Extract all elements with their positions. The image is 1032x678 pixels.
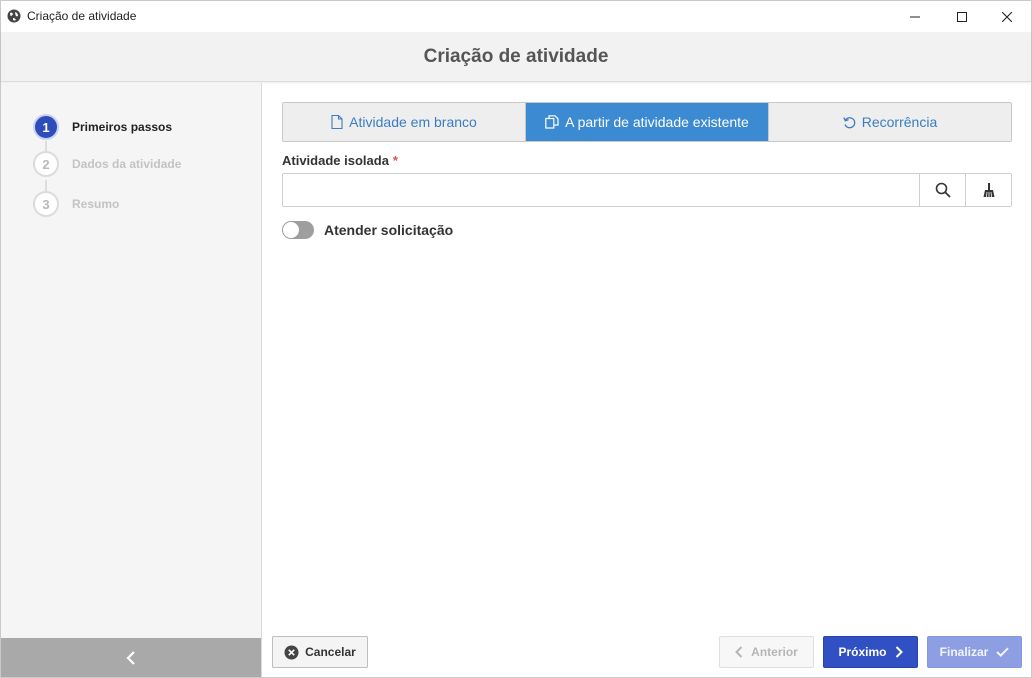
next-label: Próximo	[838, 645, 887, 659]
toggle-knob	[283, 222, 299, 238]
step-label: Primeiros passos	[72, 120, 173, 134]
next-button[interactable]: Próximo	[823, 636, 918, 668]
atividade-isolada-input[interactable]	[283, 174, 919, 206]
copy-icon	[545, 115, 559, 129]
tab-label: A partir de atividade existente	[565, 114, 749, 130]
step-label: Dados da atividade	[72, 157, 182, 171]
finish-label: Finalizar	[939, 645, 989, 659]
wizard-step-dados-da-atividade[interactable]: 2 Dados da atividade	[33, 150, 181, 178]
previous-button[interactable]: Anterior	[719, 636, 814, 668]
atender-solicitacao-toggle[interactable]	[282, 221, 314, 239]
close-icon	[1002, 11, 1012, 22]
step-number: 3	[33, 191, 59, 217]
window-title: Criação de atividade	[27, 9, 137, 23]
atender-solicitacao-row: Atender solicitação	[282, 221, 453, 239]
toggle-label: Atender solicitação	[324, 222, 454, 238]
cancel-button[interactable]: Cancelar	[272, 636, 368, 668]
finish-button[interactable]: Finalizar	[927, 636, 1022, 668]
wizard-step-primeiros-passos[interactable]: 1 Primeiros passos	[33, 113, 172, 141]
cancel-circle-icon	[284, 645, 299, 659]
wizard-step-resumo[interactable]: 3 Resumo	[33, 190, 119, 218]
field-label: Atividade isolada *	[282, 153, 398, 168]
refresh-icon	[842, 116, 856, 128]
field-label-text: Atividade isolada	[282, 153, 389, 168]
title-bar: Criação de atividade	[1, 1, 1031, 32]
check-icon	[996, 647, 1010, 657]
collapse-sidebar-button[interactable]	[1, 638, 261, 677]
required-mark: *	[392, 153, 398, 168]
chevron-right-icon	[895, 646, 903, 658]
search-button[interactable]	[919, 174, 965, 206]
minimize-icon	[910, 16, 920, 17]
tab-label: Recorrência	[861, 114, 938, 130]
wizard-sidebar: 1 Primeiros passos 2 Dados da atividade …	[1, 83, 262, 677]
tab-atividade-em-branco[interactable]: Atividade em branco	[283, 103, 526, 141]
broom-icon	[983, 183, 994, 198]
maximize-button[interactable]	[939, 1, 985, 32]
dialog-header: Criação de atividade	[1, 32, 1031, 82]
page-title: Criação de atividade	[423, 46, 609, 67]
clear-button[interactable]	[965, 174, 1011, 206]
cancel-label: Cancelar	[305, 645, 356, 659]
chevron-left-icon	[126, 650, 135, 665]
step-label: Resumo	[72, 197, 120, 211]
previous-label: Anterior	[751, 645, 798, 659]
tab-label: Atividade em branco	[349, 114, 477, 130]
close-button[interactable]	[984, 1, 1030, 32]
atividade-isolada-field	[282, 173, 1012, 207]
tab-a-partir-de-atividade-existente[interactable]: A partir de atividade existente	[526, 103, 769, 141]
document-icon	[331, 115, 343, 129]
dialog-window: Criação de atividade Criação de atividad…	[0, 0, 1032, 678]
step-number: 2	[33, 151, 59, 177]
step-number: 1	[33, 114, 59, 140]
creation-mode-tabs: Atividade em branco A partir de atividad…	[282, 102, 1012, 142]
search-icon	[935, 182, 951, 198]
maximize-icon	[957, 11, 967, 22]
chevron-left-icon	[735, 646, 743, 658]
globe-icon	[7, 9, 21, 23]
tab-recorrencia[interactable]: Recorrência	[769, 103, 1011, 141]
minimize-button[interactable]	[892, 1, 938, 32]
